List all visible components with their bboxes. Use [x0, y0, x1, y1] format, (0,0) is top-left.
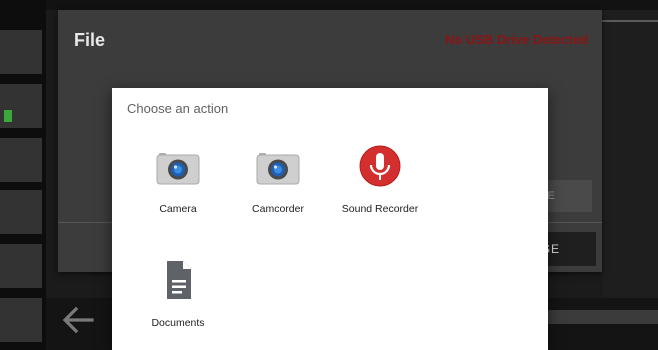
- left-sidebar: [0, 0, 46, 350]
- sidebar-tile[interactable]: [0, 244, 42, 288]
- bottom-strip: [548, 310, 658, 324]
- app-option-camcorder[interactable]: Camcorder: [230, 142, 326, 215]
- app-label: Camera: [159, 203, 197, 215]
- status-indicator: [4, 110, 12, 122]
- dialog-title: Choose an action: [127, 101, 229, 116]
- document-icon: [167, 261, 191, 299]
- sidebar-tile[interactable]: [0, 298, 42, 342]
- top-bar: [46, 0, 658, 10]
- sidebar-tile[interactable]: [0, 30, 42, 74]
- microphone-icon: [359, 145, 401, 187]
- app-option-sound-recorder[interactable]: Sound Recorder: [332, 142, 428, 215]
- camcorder-icon: [256, 153, 300, 185]
- choose-action-dialog: Choose an action Camera Camcorder Sound …: [112, 88, 548, 350]
- file-dialog-title: File: [74, 30, 106, 50]
- app-label: Sound Recorder: [341, 203, 419, 215]
- app-option-documents[interactable]: Documents: [130, 256, 226, 329]
- sidebar-tile[interactable]: [0, 190, 42, 234]
- sidebar-tile[interactable]: [0, 138, 42, 182]
- back-arrow-icon[interactable]: [58, 300, 98, 340]
- app-option-camera[interactable]: Camera: [130, 142, 226, 215]
- app-label: Documents: [151, 317, 205, 329]
- app-label: Camcorder: [252, 203, 304, 215]
- camera-icon: [156, 153, 200, 185]
- usb-status-text: No USB Drive Detected: [444, 32, 588, 47]
